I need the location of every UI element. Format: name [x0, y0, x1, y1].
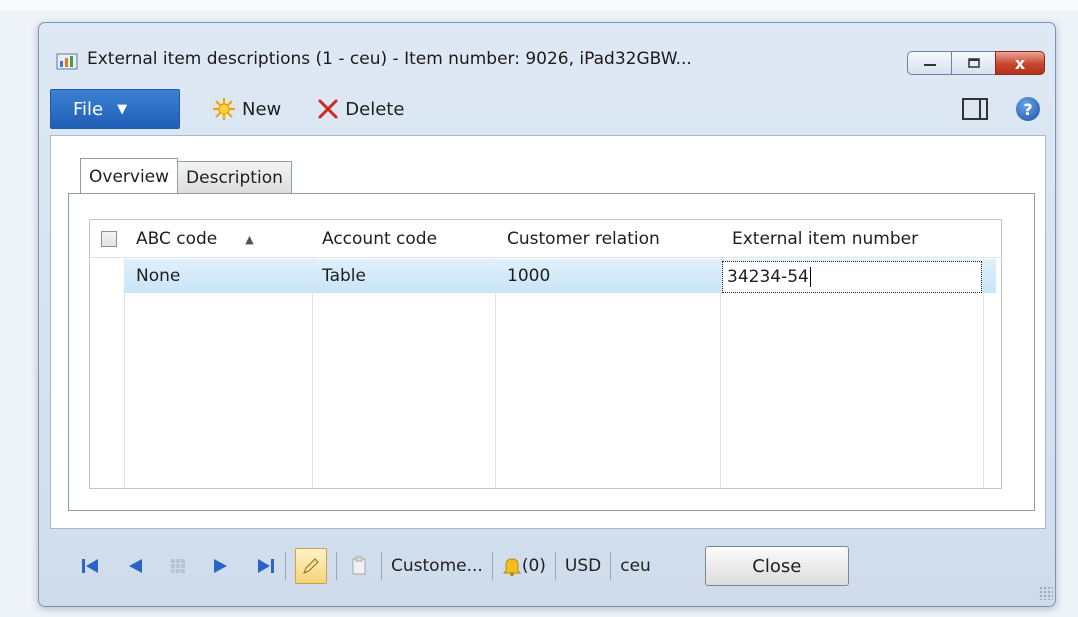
help-icon[interactable]: ?	[1016, 97, 1040, 121]
attachment-icon	[352, 556, 366, 575]
minimize-icon	[923, 64, 936, 66]
factbox-panel-icon[interactable]	[962, 98, 988, 120]
customer-relation-label: Customer relation	[507, 229, 660, 249]
close-icon: x	[1014, 53, 1026, 73]
currency-indicator[interactable]: USD	[565, 556, 601, 576]
new-button[interactable]: New	[212, 92, 281, 126]
status-separator	[285, 552, 286, 580]
tab-overview[interactable]: Overview	[80, 158, 179, 194]
cell-customer-relation[interactable]: 1000	[507, 259, 550, 293]
help-glyph: ?	[1023, 99, 1033, 119]
maximize-icon	[967, 58, 980, 68]
cell-abc-code[interactable]: None	[136, 259, 180, 293]
title-bar[interactable]: External item descriptions (1 - ceu) - I…	[39, 23, 1055, 75]
company-indicator[interactable]: ceu	[620, 556, 651, 576]
last-record-icon	[258, 559, 274, 573]
edit-mode-button[interactable]	[295, 548, 327, 584]
file-menu-button[interactable]: File ▼	[50, 89, 180, 129]
app-icon	[56, 53, 78, 70]
new-label: New	[242, 98, 282, 120]
status-separator	[336, 552, 337, 580]
resize-grip-icon[interactable]	[1039, 586, 1053, 600]
delete-label: Delete	[345, 98, 405, 120]
abc-code-label: ABC code	[136, 229, 218, 249]
minimize-button[interactable]	[907, 51, 952, 75]
record-navigation	[80, 557, 276, 575]
bell-icon	[502, 558, 522, 576]
delete-button[interactable]: Delete	[317, 92, 404, 126]
status-separator	[491, 552, 493, 580]
grid-view-icon	[171, 559, 185, 573]
tab-overview-label: Overview	[89, 166, 170, 187]
dialog-window: External item descriptions (1 - ceu) - I…	[38, 22, 1056, 607]
column-header-customer-relation[interactable]: Customer relation	[507, 220, 660, 258]
ribbon-right-tools: ?	[962, 97, 1040, 121]
status-bar: Custome... (0) USD ceu Close	[50, 535, 1046, 597]
grid-header: ABC code ▲ Account code Customer relatio…	[90, 220, 1001, 258]
tab-strip: Overview Description	[80, 156, 292, 194]
account-code-label: Account code	[322, 229, 438, 249]
text-caret	[809, 267, 811, 287]
overview-tab-panel: ABC code ▲ Account code Customer relatio…	[68, 193, 1035, 511]
external-item-number-label: External item number	[732, 229, 919, 249]
form-content: Overview Description ABC code ▲ Account …	[50, 135, 1046, 529]
tab-description[interactable]: Description	[177, 161, 292, 194]
last-record-button[interactable]	[256, 557, 276, 575]
column-header-abc-code[interactable]: ABC code ▲	[136, 220, 254, 258]
sort-ascending-icon: ▲	[245, 232, 254, 246]
notifications-count: (0)	[521, 556, 546, 576]
status-separator	[381, 552, 382, 580]
cell-account-code[interactable]: Table	[322, 259, 366, 293]
new-star-icon	[213, 98, 235, 120]
chevron-down-icon: ▼	[117, 101, 128, 117]
next-record-icon	[214, 559, 227, 573]
company-context[interactable]: Custome...	[391, 556, 483, 576]
column-header-account-code[interactable]: Account code	[322, 220, 437, 258]
descriptions-grid: ABC code ▲ Account code Customer relatio…	[89, 219, 1002, 489]
close-window-button[interactable]: x	[995, 51, 1045, 75]
file-label: File	[73, 98, 104, 120]
close-button[interactable]: Close	[704, 546, 849, 586]
pencil-icon	[303, 558, 319, 574]
previous-record-icon	[129, 559, 142, 573]
close-label: Close	[752, 555, 802, 577]
external-item-number-input[interactable]: 34234-54	[722, 261, 982, 293]
column-header-external-item-number[interactable]: External item number	[732, 220, 918, 258]
external-item-number-value: 34234-54	[727, 267, 809, 287]
maximize-button[interactable]	[951, 51, 996, 75]
attachments-button[interactable]	[350, 556, 368, 576]
status-separator	[610, 552, 612, 580]
next-record-button[interactable]	[212, 557, 230, 575]
previous-record-button[interactable]	[126, 557, 144, 575]
window-title: External item descriptions (1 - ceu) - I…	[87, 49, 692, 69]
delete-x-icon	[318, 99, 338, 119]
status-separator	[554, 552, 556, 580]
notifications-button[interactable]: (0)	[502, 556, 546, 576]
select-all-checkbox[interactable]	[101, 231, 117, 247]
caption-buttons: x	[907, 51, 1045, 75]
action-pane: File ▼ New Delete ?	[50, 87, 1046, 131]
tab-description-label: Description	[186, 168, 283, 188]
first-record-button[interactable]	[80, 557, 100, 575]
first-record-icon	[82, 559, 98, 573]
desktop-background	[0, 0, 1078, 10]
grid-view-button[interactable]	[170, 558, 186, 574]
